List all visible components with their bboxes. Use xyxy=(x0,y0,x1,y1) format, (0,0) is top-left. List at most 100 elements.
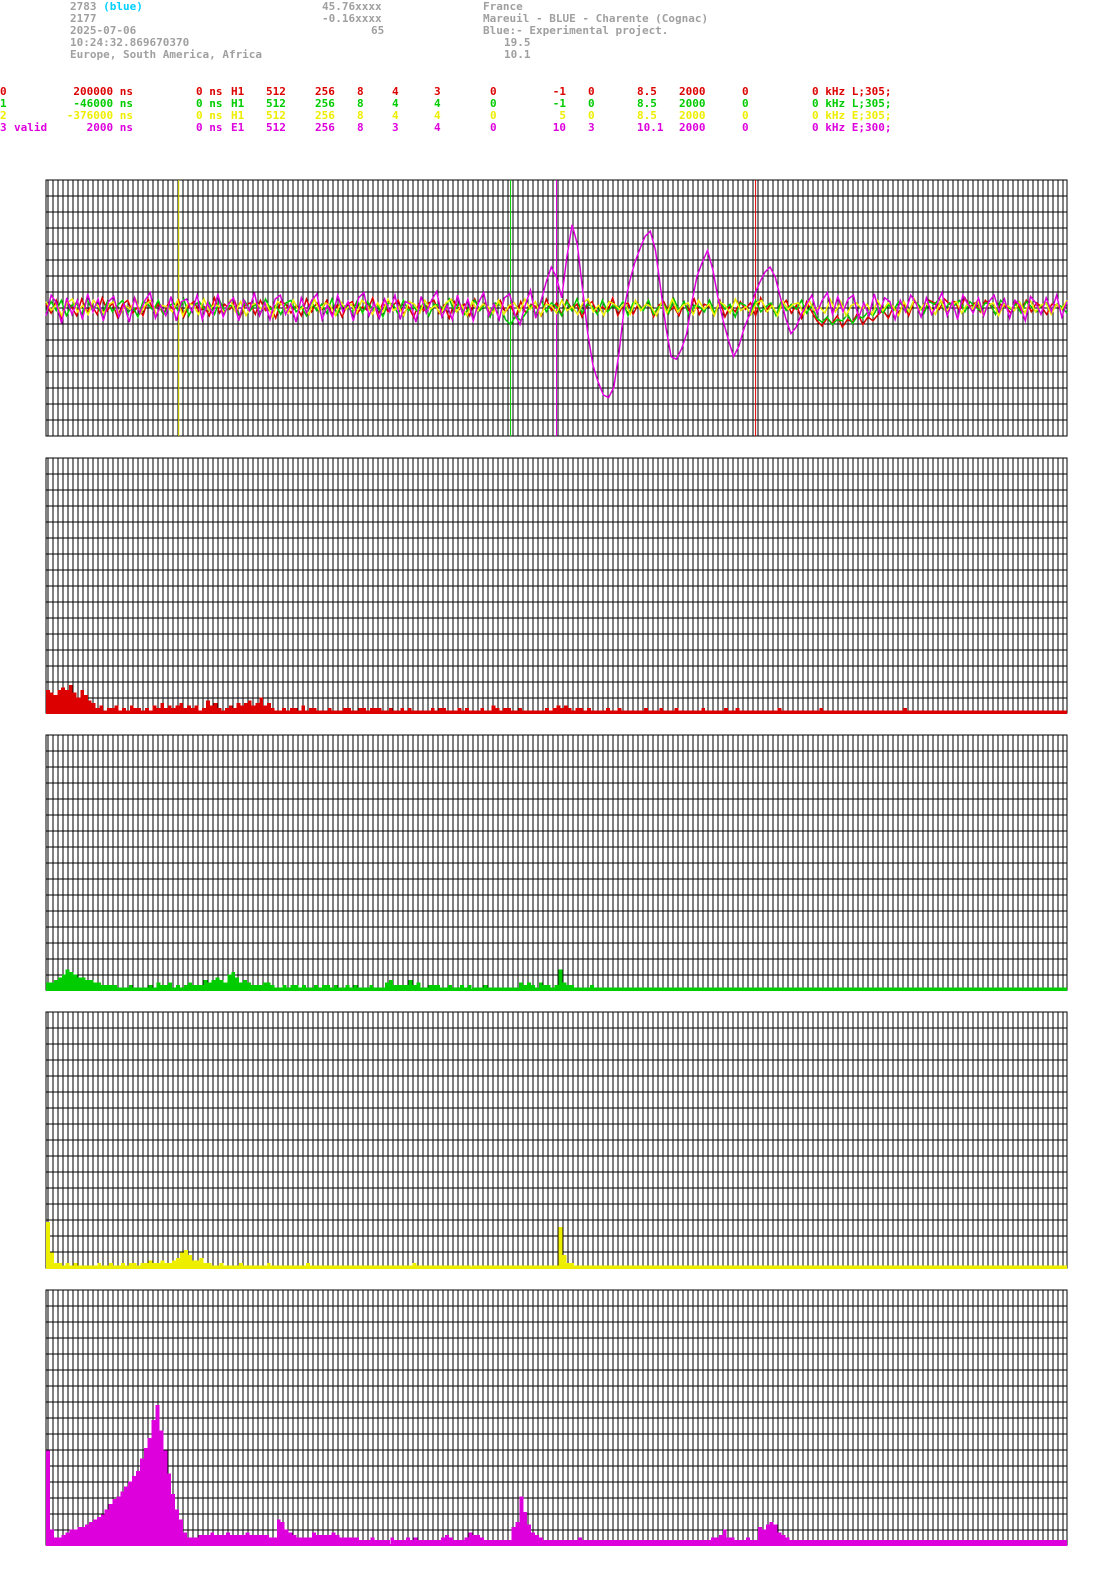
spectrum-bar-ch2 xyxy=(180,1252,184,1268)
spectrum-bar-ch2 xyxy=(562,1255,567,1268)
spectrum-bar-ch0 xyxy=(167,705,172,713)
spectrum-bar-ch1 xyxy=(558,969,563,990)
spectrum-bar-ch1 xyxy=(408,979,413,990)
spectrum-bar-ch1 xyxy=(538,982,543,990)
spectrum-bar-ch0 xyxy=(491,705,496,713)
spectrum-bar-ch0 xyxy=(53,695,58,713)
spectrum-bar-ch3 xyxy=(61,1534,66,1545)
spectrum-bar-ch1 xyxy=(416,982,421,990)
spectrum-bar-ch0 xyxy=(259,697,264,713)
spectrum-bar-ch0 xyxy=(46,690,50,713)
spectrum-bar-ch1 xyxy=(231,972,236,990)
spectrum-bar-ch1 xyxy=(207,982,212,990)
spectrum-bar-ch3 xyxy=(405,1537,410,1545)
spectrum-bar-ch3 xyxy=(65,1532,70,1545)
spectrum-bar-ch3 xyxy=(81,1527,86,1545)
spectrum-bar-ch0 xyxy=(84,695,88,713)
spectrum-bar-ch3 xyxy=(448,1537,453,1545)
spectrum-bar-ch1 xyxy=(85,979,90,990)
spectrum-bar-ch0 xyxy=(68,684,73,713)
spectrum-bar-ch3 xyxy=(315,1534,320,1545)
spectrum-bar-ch3 xyxy=(257,1534,262,1545)
spectrum-bar-ch3 xyxy=(222,1534,226,1545)
spectrum-bar-ch3 xyxy=(69,1529,74,1545)
spectrum-bar-ch0 xyxy=(87,700,92,713)
spectrum-bar-ch0 xyxy=(194,705,199,713)
spectrum-bar-ch3 xyxy=(46,1450,50,1545)
spectrum-bar-ch2 xyxy=(160,1260,165,1268)
grid-lines-panel-2 xyxy=(46,734,1067,990)
spectrum-bar-ch3 xyxy=(308,1537,313,1545)
spectrum-bar-ch1 xyxy=(526,982,531,990)
spectrum-bar-ch1 xyxy=(73,974,78,990)
spectrum-bar-ch1 xyxy=(168,982,173,990)
spectrum-bar-ch3 xyxy=(769,1522,774,1545)
spectrum-bar-ch2 xyxy=(46,1221,50,1268)
spectrum-bar-ch1 xyxy=(53,979,58,990)
spectrum-bar-ch3 xyxy=(73,1529,78,1545)
spectrum-bar-ch3 xyxy=(523,1511,528,1545)
spectrum-bar-ch1 xyxy=(46,982,50,990)
spectrum-bar-ch2 xyxy=(148,1260,153,1268)
spectrum-bar-ch0 xyxy=(251,705,256,713)
spectrum-bar-ch3 xyxy=(96,1516,101,1545)
spectrum-bar-ch0 xyxy=(129,705,134,713)
spectrum-bar-ch0 xyxy=(99,705,104,713)
spectrum-bar-ch3 xyxy=(206,1534,211,1545)
spectrum-bar-ch0 xyxy=(247,700,252,713)
spectrum-bar-ch3 xyxy=(711,1537,715,1545)
spectrum-bar-ch0 xyxy=(49,692,54,713)
spectrum-bar-ch3 xyxy=(331,1532,336,1545)
spectrum-bar-ch3 xyxy=(718,1534,723,1545)
spectrum-bar-ch2 xyxy=(49,1252,54,1268)
spectrum-bar-ch3 xyxy=(445,1534,449,1545)
spectrum-bar-ch1 xyxy=(388,979,393,990)
spectrum-bar-ch0 xyxy=(228,705,233,713)
spectrum-bar-ch1 xyxy=(77,977,82,990)
spectrum-bar-ch3 xyxy=(722,1529,727,1545)
spectrum-bar-ch3 xyxy=(730,1537,735,1545)
spectrum-bar-ch0 xyxy=(160,702,165,713)
spectrum-bar-ch0 xyxy=(57,690,62,713)
spectrum-bar-ch3 xyxy=(128,1481,133,1545)
spectrum-bar-ch1 xyxy=(57,977,62,990)
grid-lines-panel-3 xyxy=(46,1011,1067,1269)
spectrum-bar-ch1 xyxy=(219,979,224,990)
spectrum-bar-ch3 xyxy=(511,1527,516,1545)
spectrum-bar-ch3 xyxy=(198,1534,203,1545)
spectrum-bar-ch0 xyxy=(186,705,191,713)
spectrum-bar-ch3 xyxy=(261,1534,266,1545)
spectrum-bar-ch3 xyxy=(100,1514,105,1545)
spectrum-bar-ch3 xyxy=(370,1537,375,1545)
spectrum-bar-ch1 xyxy=(562,982,567,990)
spectrum-bar-ch3 xyxy=(355,1537,359,1545)
spectrum-bar-ch3 xyxy=(265,1534,269,1545)
spectrum-bar-ch3 xyxy=(186,1537,191,1545)
spectrum-bar-ch3 xyxy=(312,1532,316,1545)
spectrum-bar-ch2 xyxy=(558,1227,563,1268)
spectrum-bar-ch3 xyxy=(85,1524,90,1545)
spectrum-bar-ch2 xyxy=(172,1260,177,1268)
spectrum-bar-ch3 xyxy=(472,1534,477,1545)
spectrum-bar-ch0 xyxy=(152,705,157,713)
spectrum-bar-ch3 xyxy=(182,1532,187,1545)
spectrum-bar-ch0 xyxy=(564,705,568,713)
spectrum-bar-ch3 xyxy=(49,1529,54,1545)
spectrum-bar-ch3 xyxy=(468,1532,473,1545)
spectrum-bar-ch3 xyxy=(785,1537,790,1545)
spectrum-bar-ch0 xyxy=(91,702,96,713)
spectrum-bar-ch3 xyxy=(531,1532,535,1545)
spectrum-bar-ch0 xyxy=(206,700,210,713)
spectrum-bar-ch3 xyxy=(143,1448,148,1545)
spectrum-bar-ch3 xyxy=(335,1534,340,1545)
spectrum-bar-ch1 xyxy=(266,982,271,990)
spectrum-bar-ch0 xyxy=(263,705,267,713)
spectrum-bar-ch0 xyxy=(556,705,561,713)
spectrum-bar-ch3 xyxy=(323,1534,328,1545)
spectrum-bar-ch3 xyxy=(120,1491,125,1545)
spectrum-bar-ch3 xyxy=(151,1420,156,1545)
spectrum-bar-ch2 xyxy=(199,1257,204,1268)
spectrum-bar-ch3 xyxy=(116,1496,121,1545)
spectrum-bar-ch3 xyxy=(175,1509,179,1545)
spectrum-bar-ch3 xyxy=(272,1537,277,1545)
